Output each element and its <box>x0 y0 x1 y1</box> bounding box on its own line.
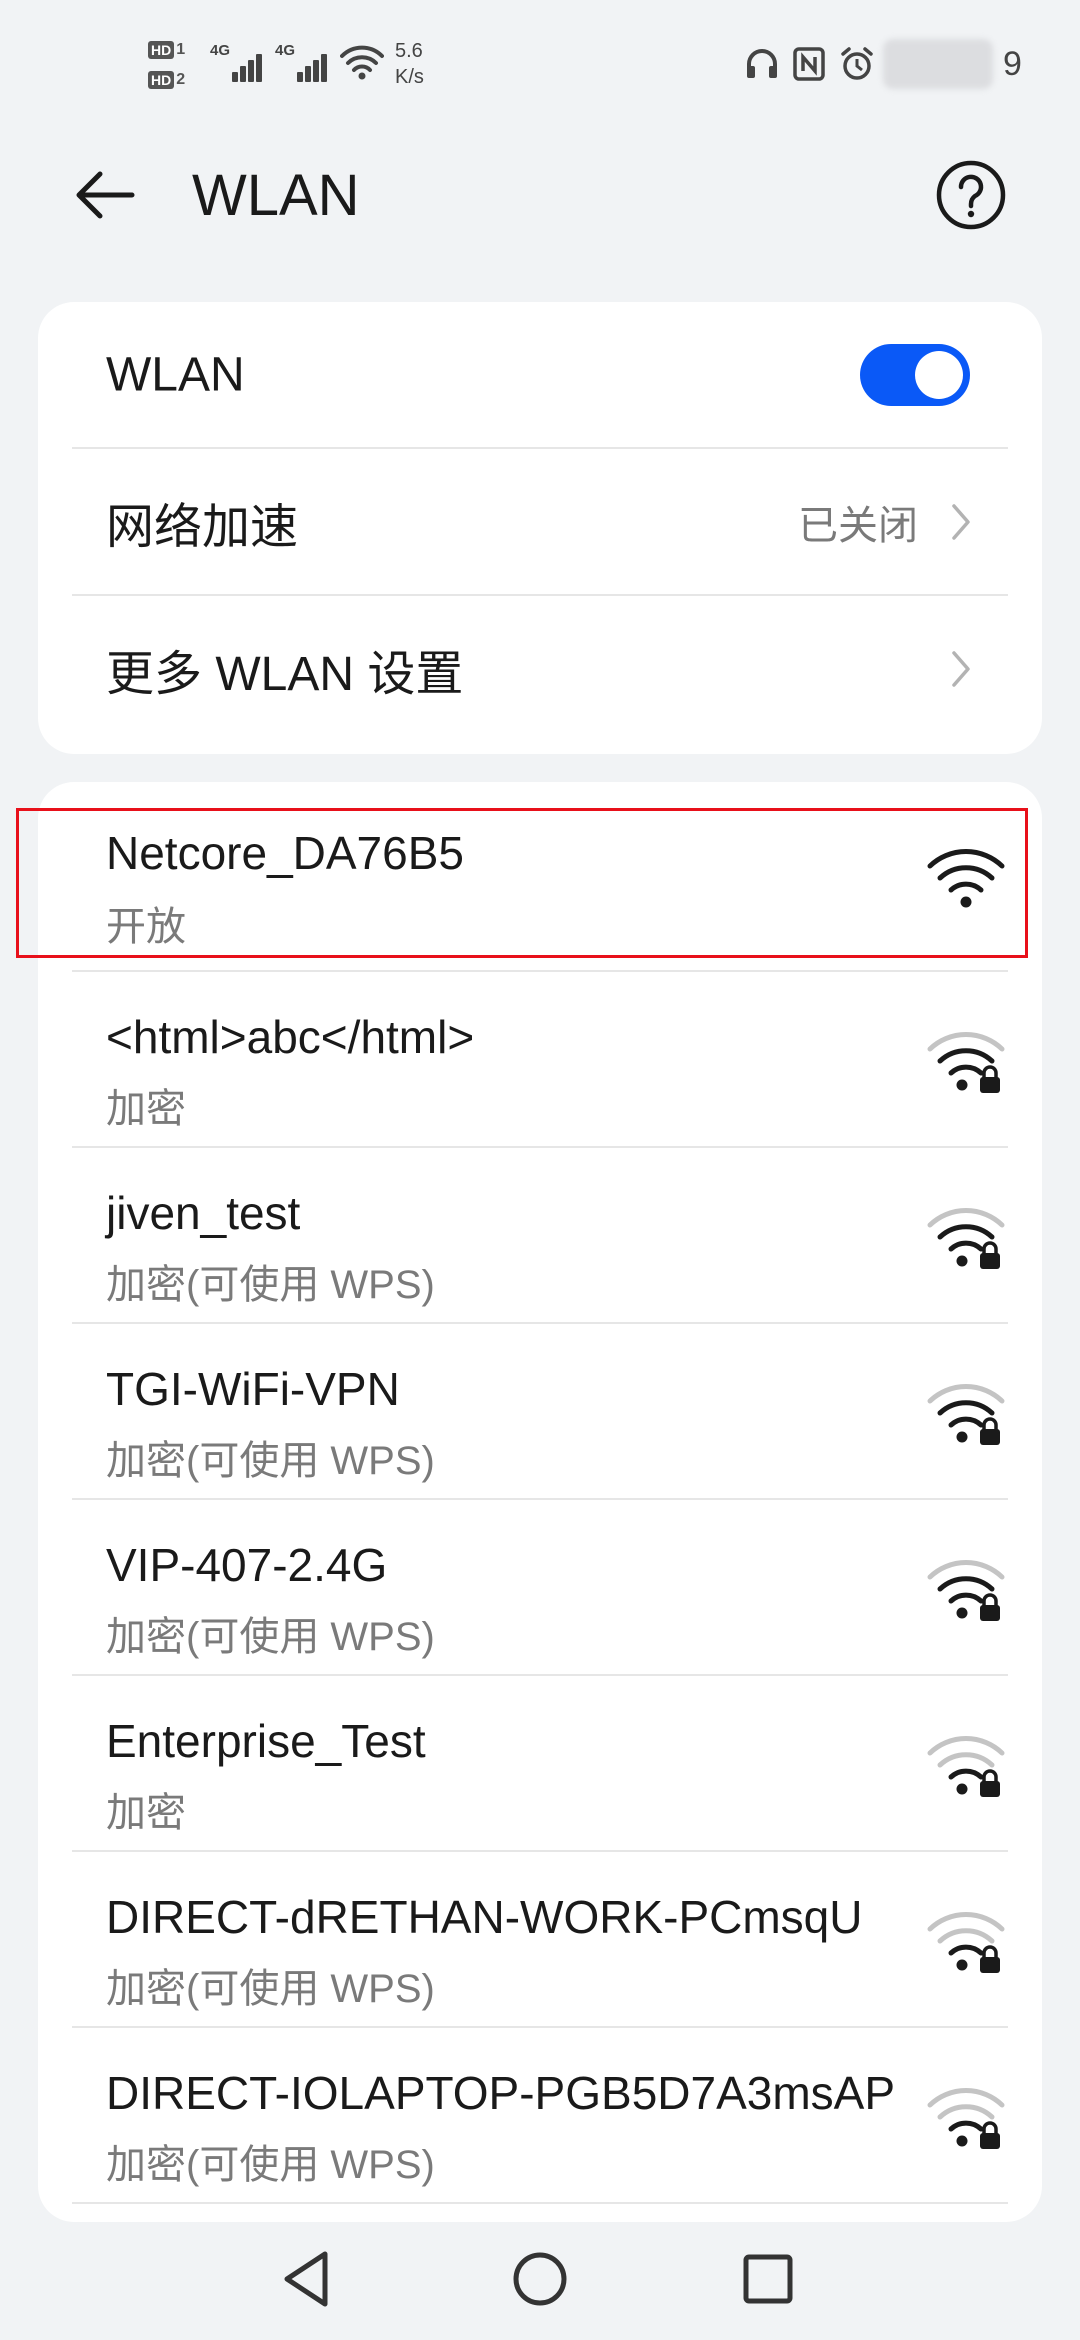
hd2-badge: HD <box>148 71 175 89</box>
more-wlan-settings-label: 更多 WLAN 设置 <box>106 647 464 701</box>
sim2-network-type: 4G <box>275 42 296 59</box>
network-item[interactable]: TGI-WiFi-VPN 加密(可使用 WPS) <box>72 1324 1008 1500</box>
nfc-icon <box>793 47 825 81</box>
network-ssid: VIP-407-2.4G <box>106 1539 388 1591</box>
wifi-signal-locked-icon <box>927 1032 1005 1093</box>
triangle-back-icon[interactable] <box>273 2244 343 2314</box>
clock-fragment: 9 <box>1003 44 1022 83</box>
settings-card: WLAN 网络加速 已关闭 更多 WLAN 设置 <box>38 302 1042 754</box>
hd1-badge: HD <box>148 41 175 59</box>
network-acceleration-label: 网络加速 <box>106 500 299 554</box>
available-networks-list: Netcore_DA76B5 开放 <html>abc</html> 加密 ji… <box>38 782 1042 2222</box>
network-security: 加密(可使用 WPS) <box>106 1967 435 2011</box>
speed-unit: K/s <box>395 66 424 88</box>
network-security: 加密 <box>106 1087 186 1131</box>
network-security: 加密(可使用 WPS) <box>106 1615 435 1659</box>
network-security: 开放 <box>106 905 186 949</box>
wifi-signal-locked-icon <box>927 1560 1005 1621</box>
wifi-signal-locked-icon <box>927 1384 1005 1445</box>
wifi-signal-locked-icon <box>927 1736 1005 1797</box>
headphones-icon <box>747 49 777 78</box>
speed-value: 5.6 <box>395 40 423 62</box>
chevron-right-icon <box>952 650 970 687</box>
wifi-signal-open-icon <box>927 849 1005 908</box>
sim1-network-type: 4G <box>210 42 231 59</box>
network-ssid: jiven_test <box>106 1187 301 1239</box>
status-right-icons: 9 <box>745 39 1022 89</box>
network-item[interactable]: Enterprise_Test 加密 <box>72 1676 1008 1852</box>
alarm-icon <box>841 47 873 80</box>
network-security: 加密(可使用 WPS) <box>106 1439 435 1483</box>
network-ssid: Netcore_DA76B5 <box>106 827 464 879</box>
page-header: WLAN <box>0 140 1080 250</box>
chevron-right-icon <box>952 503 970 540</box>
help-circle-icon[interactable] <box>934 158 1008 232</box>
network-item[interactable]: DIRECT-IOLAPTOP-PGB5D7A3msAP 加密(可使用 WPS) <box>72 2028 1008 2204</box>
network-item[interactable]: DIRECT-dRETHAN-WORK-PCmsqU 加密(可使用 WPS) <box>72 1852 1008 2028</box>
circle-home-icon[interactable] <box>505 2244 575 2314</box>
toggle-knob <box>915 350 963 399</box>
network-ssid: DIRECT-IOLAPTOP-PGB5D7A3msAP <box>106 2067 896 2119</box>
wlan-toggle-label: WLAN <box>106 348 245 401</box>
network-acceleration-row[interactable]: 网络加速 已关闭 <box>72 449 1008 596</box>
wifi-signal-locked-icon <box>927 1208 1005 1269</box>
network-ssid: DIRECT-dRETHAN-WORK-PCmsqU <box>106 1891 863 1943</box>
hd2-number: 2 <box>176 71 186 88</box>
network-speed: 5.6 K/s <box>395 38 424 90</box>
network-item[interactable]: Netcore_DA76B5 开放 <box>72 782 1008 972</box>
page-title: WLAN <box>192 163 360 228</box>
sim1-signal-icon: 4G <box>210 42 266 86</box>
wifi-signal-locked-icon <box>927 1912 1005 1973</box>
system-navigation-bar <box>0 2222 1080 2340</box>
square-recents-icon[interactable] <box>733 2244 803 2314</box>
battery-icon <box>883 39 993 89</box>
network-security: 加密(可使用 WPS) <box>106 2143 435 2187</box>
network-item[interactable]: VIP-407-2.4G 加密(可使用 WPS) <box>72 1500 1008 1676</box>
network-security: 加密 <box>106 1791 186 1835</box>
network-acceleration-value: 已关闭 <box>798 503 918 548</box>
wlan-toggle-row[interactable]: WLAN <box>72 302 1008 449</box>
hd1-number: 1 <box>176 41 186 58</box>
status-bar: HD 1 HD 2 4G 4G 5.6 K/s 9 <box>0 0 1080 120</box>
network-item[interactable]: jiven_test 加密(可使用 WPS) <box>72 1148 1008 1324</box>
network-ssid: TGI-WiFi-VPN <box>106 1363 400 1415</box>
wifi-signal-locked-icon <box>927 2088 1005 2149</box>
status-wifi-icon <box>340 45 384 80</box>
more-wlan-settings-row[interactable]: 更多 WLAN 设置 <box>72 596 1008 741</box>
hd-indicators: HD 1 HD 2 <box>148 38 200 98</box>
network-item[interactable]: <html>abc</html> 加密 <box>72 972 1008 1148</box>
network-security: 加密(可使用 WPS) <box>106 1263 435 1307</box>
wlan-toggle-switch[interactable] <box>860 343 970 406</box>
sim2-signal-icon: 4G <box>275 42 331 86</box>
network-ssid: <html>abc</html> <box>106 1011 475 1063</box>
network-ssid: Enterprise_Test <box>106 1715 426 1767</box>
back-arrow-icon[interactable] <box>70 160 140 230</box>
